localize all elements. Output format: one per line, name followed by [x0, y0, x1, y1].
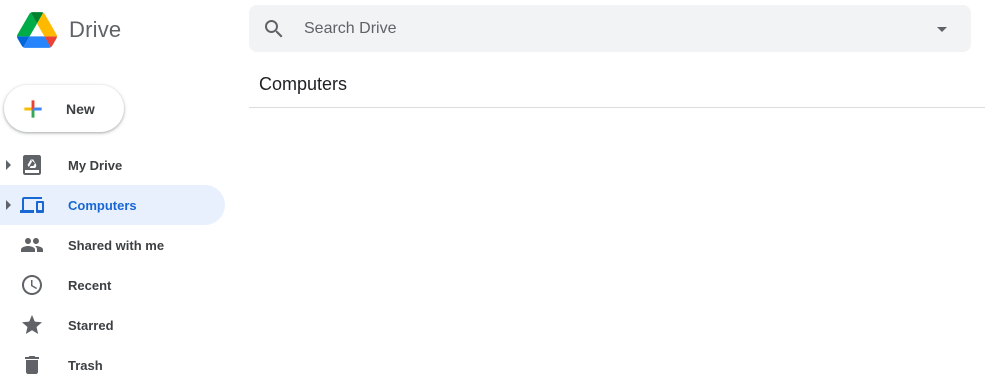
search-bar — [249, 5, 971, 52]
app-name: Drive — [69, 17, 122, 42]
sidebar-item-starred[interactable]: Starred — [0, 305, 225, 345]
trash-icon — [25, 356, 39, 374]
sidebar-item-label: My Drive — [68, 157, 123, 173]
title-divider — [249, 107, 985, 108]
my-drive-icon — [23, 155, 41, 175]
shared-icon — [21, 238, 43, 252]
sidebar-item-trash[interactable]: Trash — [0, 345, 225, 385]
plus-icon — [24, 99, 42, 118]
sidebar-item-label: Starred — [68, 317, 114, 333]
sidebar-item-shared-with-me[interactable]: Shared with me — [0, 225, 225, 265]
expand-arrow-icon[interactable] — [6, 200, 11, 210]
search-options-button[interactable] — [930, 17, 954, 41]
sidebar-item-label: Recent — [68, 277, 112, 293]
sidebar-item-recent[interactable]: Recent — [0, 265, 225, 305]
drive-app: Drive Computers New — [0, 0, 985, 385]
sidebar-item-computers[interactable]: Computers — [0, 185, 225, 225]
star-icon — [22, 315, 42, 334]
new-button-label: New — [66, 100, 95, 117]
computers-icon — [20, 197, 44, 213]
page-title: Computers — [259, 74, 348, 94]
sidebar-item-my-drive[interactable]: My Drive — [0, 145, 225, 185]
drive-logo[interactable]: Drive — [17, 12, 121, 48]
search-input[interactable] — [302, 18, 930, 39]
sidebar-item-label: Trash — [68, 357, 103, 373]
dropdown-arrow-icon — [937, 26, 947, 32]
new-button[interactable]: New — [4, 85, 124, 132]
sidebar-nav: My Drive Computers Shared with me Recent — [0, 145, 225, 385]
sidebar-item-label: Computers — [68, 197, 137, 213]
sidebar-item-label: Shared with me — [68, 237, 165, 253]
expand-arrow-icon[interactable] — [6, 160, 11, 170]
drive-logo-icon — [17, 12, 57, 48]
search-icon[interactable] — [262, 17, 286, 41]
clock-icon — [22, 275, 42, 295]
